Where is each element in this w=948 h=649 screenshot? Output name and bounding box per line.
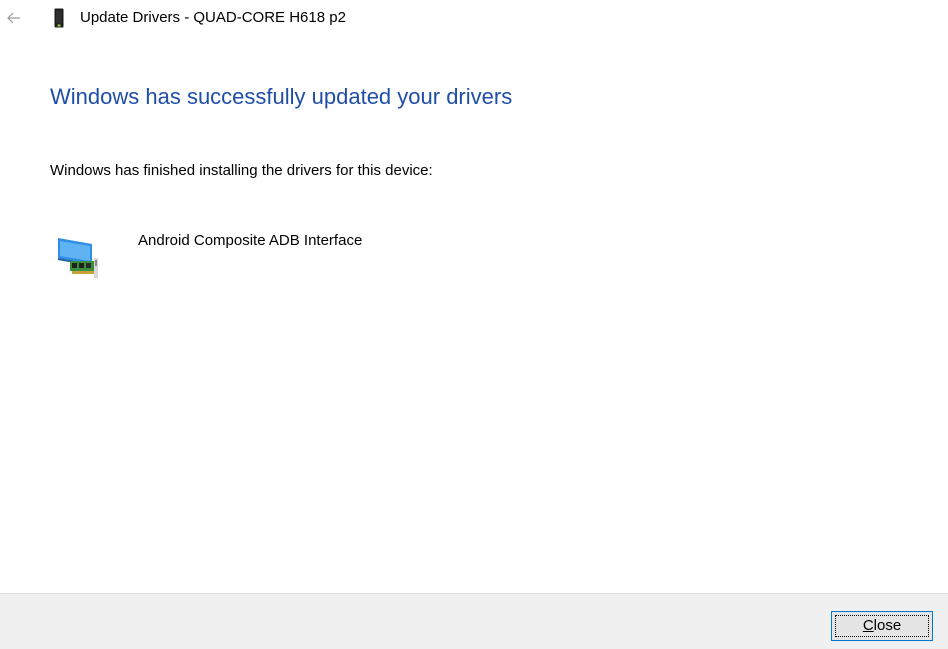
footer-bar: Close (0, 593, 948, 649)
close-mnemonic: C (862, 617, 874, 634)
close-label-rest: lose (873, 617, 902, 634)
device-icon (54, 8, 64, 28)
close-button-label: Close (863, 617, 901, 635)
back-button[interactable] (3, 7, 25, 29)
device-name: Android Composite ADB Interface (138, 232, 363, 249)
close-button[interactable]: Close (831, 611, 933, 641)
update-drivers-window: Update Drivers - QUAD-CORE H618 p2 Windo… (0, 0, 948, 649)
status-message: Windows has finished installing the driv… (50, 162, 433, 179)
back-arrow-icon (7, 12, 20, 24)
network-adapter-icon (58, 238, 98, 278)
title-bar: Update Drivers - QUAD-CORE H618 p2 (0, 0, 948, 38)
window-title: Update Drivers - QUAD-CORE H618 p2 (80, 9, 346, 26)
page-heading: Windows has successfully updated your dr… (50, 84, 513, 109)
